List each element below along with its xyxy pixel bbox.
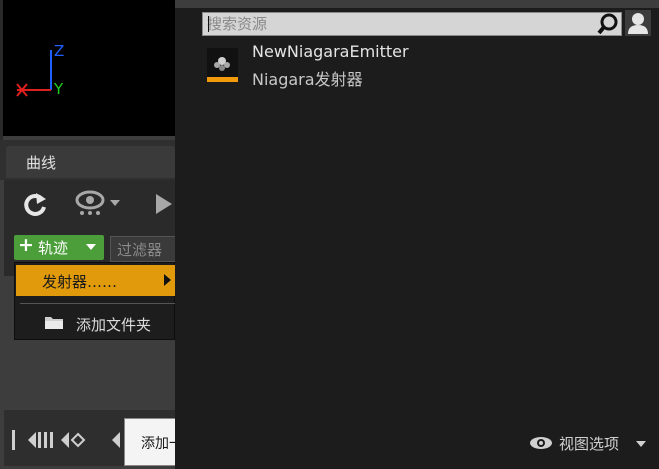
text-caret [208, 16, 209, 32]
step-back-icon[interactable] [28, 432, 53, 448]
search-icon[interactable] [597, 12, 621, 36]
axis-y-label: Y [54, 80, 64, 98]
add-track-button[interactable]: + 轨迹 [14, 234, 104, 260]
submenu-arrow-icon [164, 274, 171, 286]
plus-icon: + [18, 234, 34, 256]
play-reverse-icon[interactable] [112, 432, 120, 448]
search-box[interactable] [202, 12, 622, 36]
play-icon[interactable] [154, 192, 174, 218]
niagara-emitter-thumbnail-icon [207, 48, 238, 82]
menu-item-add-folder[interactable]: 添加文件夹 [16, 308, 175, 338]
search-input[interactable] [207, 14, 587, 34]
view-options-label: 视图选项 [559, 435, 620, 453]
menu-item-emitter-label: 发射器…… [42, 273, 118, 291]
menu-item-add-folder-label: 添加文件夹 [76, 316, 152, 334]
chevron-down-icon [636, 441, 646, 447]
prev-key-icon[interactable] [61, 432, 86, 448]
filter-label: 过滤器 [117, 241, 163, 259]
thumbnail-accent-bar [207, 77, 238, 82]
menu-item-emitter[interactable]: 发射器…… [16, 265, 175, 296]
transport-controls [12, 430, 120, 450]
asset-name: NewNiagaraEmitter [252, 42, 409, 61]
axis-gizmo [16, 50, 52, 97]
view-options-button[interactable]: 视图选项 [528, 432, 650, 454]
jump-to-start-icon[interactable] [12, 430, 15, 450]
refresh-icon[interactable] [20, 190, 52, 220]
preview-viewport[interactable]: Z Y [3, 0, 175, 136]
tab-curves[interactable]: 曲线 [6, 146, 176, 178]
axis-z-label: Z [54, 42, 65, 60]
folder-icon [45, 317, 63, 329]
eye-icon[interactable] [74, 188, 126, 220]
menu-divider [20, 303, 175, 304]
tab-curves-label: 曲线 [26, 154, 57, 172]
add-track-label: 轨迹 [38, 239, 69, 257]
chevron-down-icon [86, 244, 96, 250]
asset-type: Niagara发射器 [252, 70, 363, 89]
user-icon[interactable] [625, 10, 651, 36]
filter-button[interactable]: 过滤器 [110, 236, 178, 262]
eye-icon [530, 437, 552, 449]
